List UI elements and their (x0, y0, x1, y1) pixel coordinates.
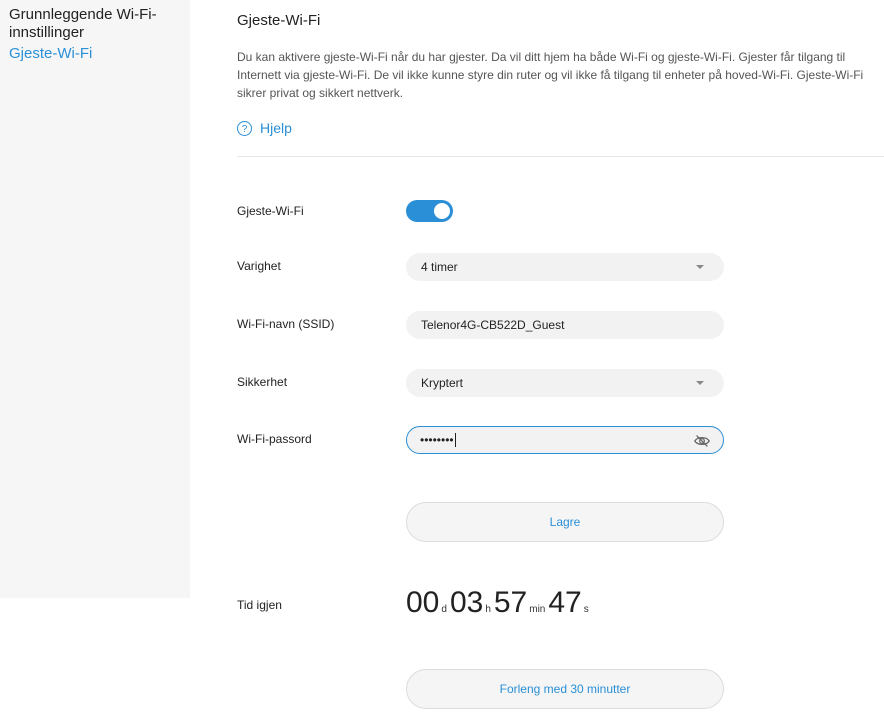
duration-value: 4 timer (421, 260, 458, 274)
security-label: Sikkerhet (237, 375, 288, 389)
page-description: Du kan aktivere gjeste-Wi-Fi når du har … (237, 50, 864, 100)
eye-slash-icon[interactable] (693, 432, 711, 450)
ssid-input[interactable]: Telenor4G-CB522D_Guest (406, 311, 724, 339)
countdown-hours: 03 (449, 586, 484, 619)
countdown-seconds-unit: s (583, 604, 589, 615)
duration-label: Varighet (237, 259, 281, 273)
password-label: Wi-Fi-passord (237, 432, 312, 446)
chevron-down-icon (696, 381, 704, 385)
security-value: Kryptert (421, 376, 464, 390)
countdown-minutes: 57 (493, 586, 528, 619)
toggle-knob (434, 203, 450, 219)
divider (237, 156, 884, 157)
extend-30-minutes-button[interactable]: Forleng med 30 minutter (406, 669, 724, 709)
ssid-label: Wi-Fi-navn (SSID) (237, 317, 335, 331)
guest-wifi-label: Gjeste-Wi-Fi (237, 204, 304, 218)
countdown-days: 00 (406, 586, 440, 619)
page: Grunnleggende Wi-Fi-innstillinger Gjeste… (0, 0, 884, 717)
help-label: Hjelp (260, 120, 292, 136)
chevron-down-icon (696, 265, 704, 269)
help-link[interactable]: ? Hjelp (237, 120, 292, 136)
duration-select[interactable]: 4 timer (406, 253, 724, 281)
security-select[interactable]: Kryptert (406, 369, 724, 397)
sidebar-item-guest-wifi[interactable]: Gjeste-Wi-Fi (9, 45, 92, 63)
ssid-value: Telenor4G-CB522D_Guest (421, 318, 565, 332)
countdown-hours-unit: h (485, 604, 491, 615)
guest-wifi-toggle[interactable] (406, 200, 453, 222)
password-value: •••••••• (420, 433, 454, 447)
time-remaining-label: Tid igjen (237, 598, 282, 612)
countdown-minutes-unit: min (529, 604, 546, 615)
countdown-days-unit: d (441, 604, 447, 615)
sidebar: Grunnleggende Wi-Fi-innstillinger Gjeste… (0, 0, 190, 598)
sidebar-item-basic-wifi-settings[interactable]: Grunnleggende Wi-Fi-innstillinger (9, 6, 184, 42)
countdown: 00 d 03 h 57 min 47 s (406, 585, 592, 621)
save-button[interactable]: Lagre (406, 502, 724, 542)
password-input[interactable]: •••••••• (406, 426, 724, 454)
countdown-seconds: 47 (548, 586, 582, 619)
page-title: Gjeste-Wi-Fi (237, 12, 321, 29)
help-icon: ? (237, 120, 252, 136)
text-cursor (454, 433, 456, 447)
